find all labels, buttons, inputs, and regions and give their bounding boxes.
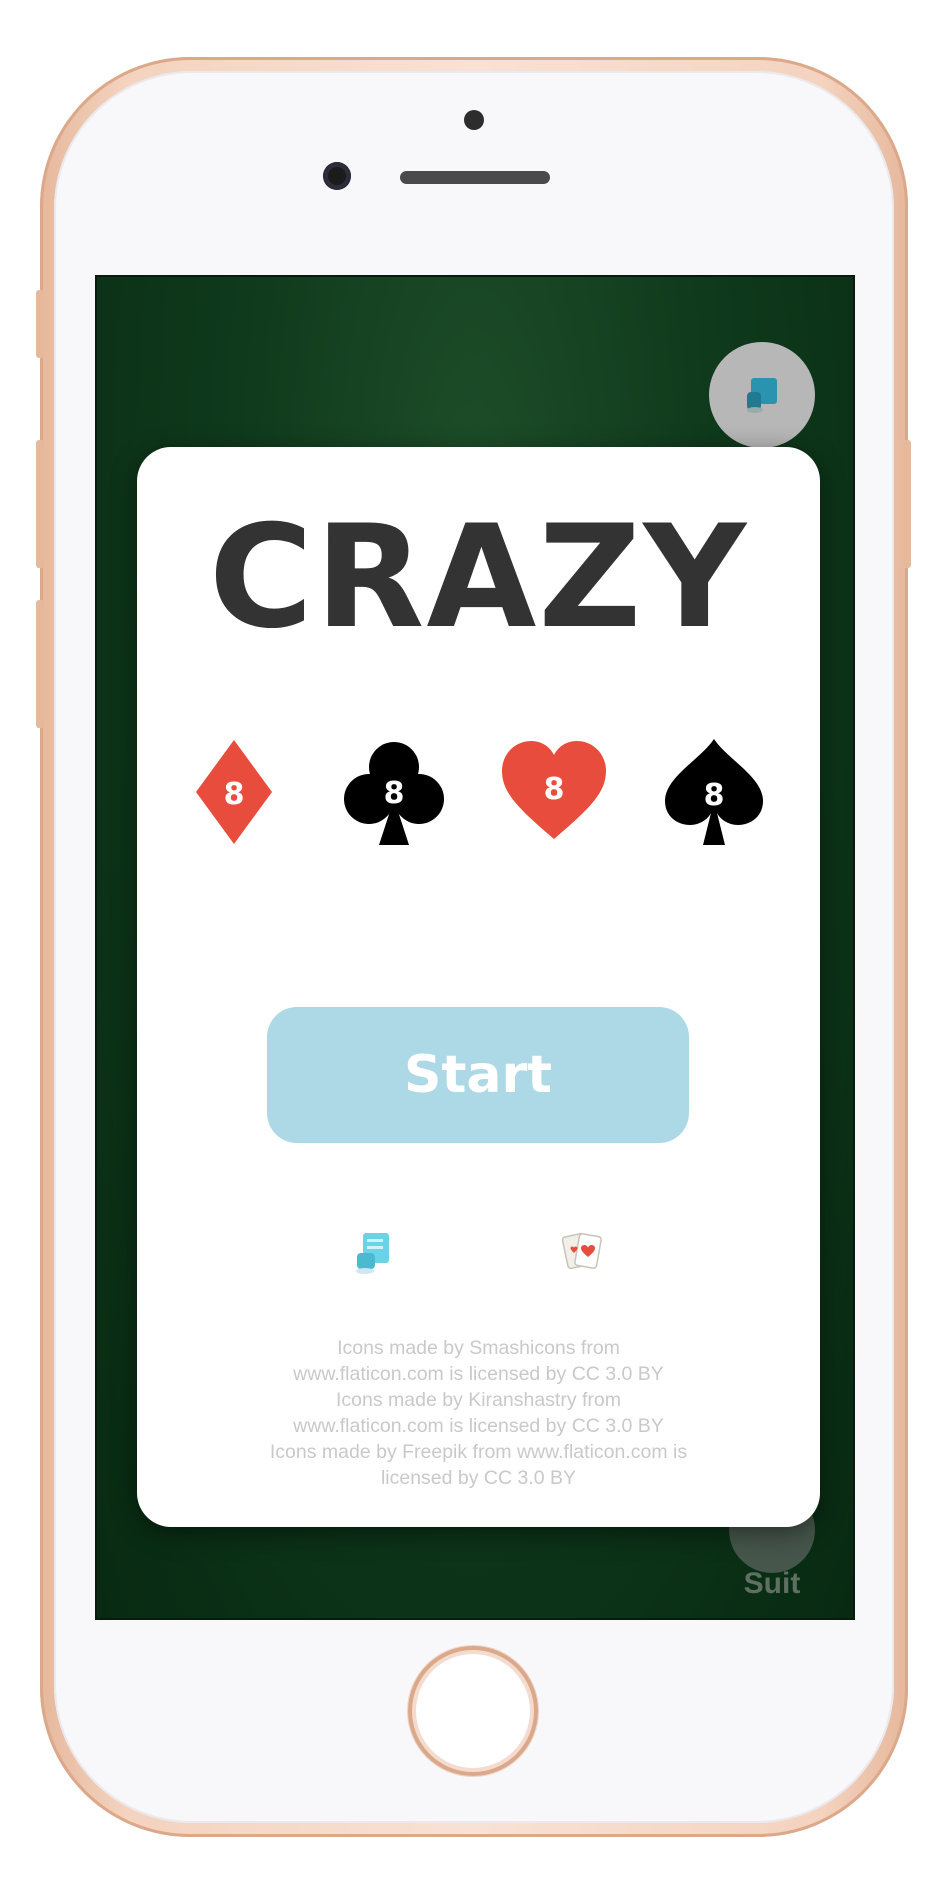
diamond-rank: 8 (224, 777, 245, 812)
suit-label: Suit (743, 1567, 801, 1600)
heart-rank: 8 (544, 772, 565, 807)
credit-line: licensed by CC 3.0 BY (380, 1467, 577, 1489)
credit-line: Icons made by Freepik from www.flaticon.… (269, 1441, 688, 1463)
club-rank: 8 (384, 776, 405, 811)
icon-credits: Icons made by Smashicons from www.flatic… (237, 1335, 720, 1491)
power-button (903, 440, 911, 568)
diamond-icon: 8 (196, 740, 272, 844)
heart-icon: 8 (502, 741, 606, 839)
proximity-sensor (464, 110, 484, 130)
rules-button[interactable] (709, 342, 815, 448)
scroll-icon (747, 378, 777, 413)
club-icon: 8 (344, 742, 444, 845)
start-modal: CRAZY 8 8 8 8 Start Icons made by Smashi… (137, 447, 820, 1527)
suit-row: 8 8 8 8 (137, 737, 820, 847)
credit-line: Icons made by Kiranshastry from (335, 1389, 622, 1411)
spade-icon: 8 (665, 739, 763, 845)
credit-line: Icons made by Smashicons from (337, 1337, 620, 1359)
volume-up-button (36, 440, 44, 568)
front-camera (323, 162, 351, 190)
game-screen: Suit CRAZY 8 8 8 8 Start Icons made by S… (95, 275, 855, 1620)
playing-cards-icon[interactable] (557, 1227, 607, 1277)
credit-line: www.flaticon.com is licensed by CC 3.0 B… (293, 1415, 664, 1437)
credit-line: www.flaticon.com is licensed by CC 3.0 B… (293, 1363, 664, 1385)
earpiece-speaker (400, 171, 550, 184)
start-button[interactable]: Start (267, 1007, 689, 1143)
mute-switch (36, 290, 44, 358)
game-title: CRAZY (208, 495, 749, 660)
rules-scroll-icon[interactable] (347, 1227, 397, 1277)
volume-down-button (36, 600, 44, 728)
home-button[interactable] (408, 1646, 538, 1776)
spade-rank: 8 (704, 778, 725, 813)
